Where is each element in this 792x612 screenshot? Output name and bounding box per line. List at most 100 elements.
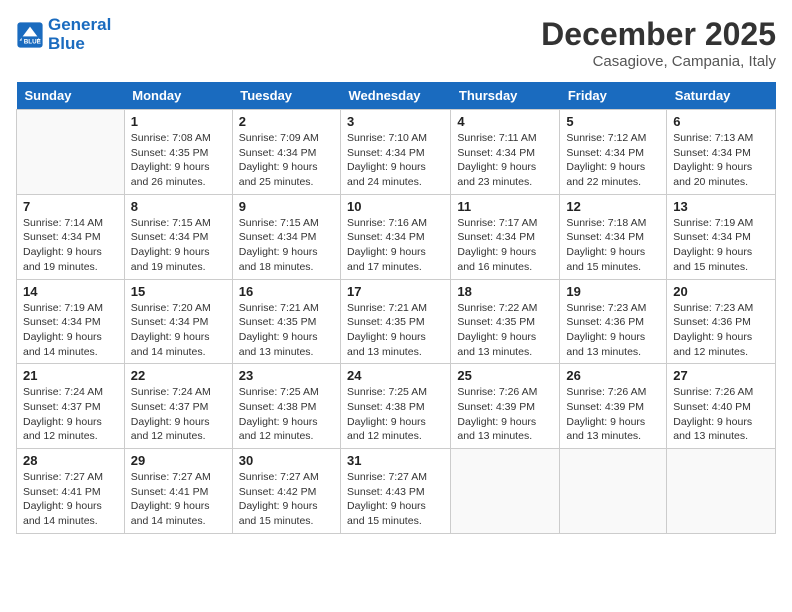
calendar-cell: 10 Sunrise: 7:16 AMSunset: 4:34 PMDayligh… [341, 194, 451, 279]
day-number: 19 [566, 284, 660, 299]
day-info: Sunrise: 7:16 AMSunset: 4:34 PMDaylight:… [347, 216, 444, 275]
calendar-cell: 14Sunrise: 7:19 AMSunset: 4:34 PMDayligh… [17, 279, 125, 364]
svg-text:BLUE: BLUE [24, 38, 41, 45]
calendar-cell: 29 Sunrise: 7:27 AMSunset: 4:41 PMDayligh… [124, 449, 232, 534]
day-info: Sunrise: 7:25 AMSunset: 4:38 PMDaylight:… [239, 385, 334, 444]
calendar-table: SundayMondayTuesdayWednesdayThursdayFrid… [16, 82, 776, 534]
day-number: 23 [239, 368, 334, 383]
calendar-week-row: 1 Sunrise: 7:08 AMSunset: 4:35 PMDaylight… [17, 110, 776, 195]
day-number: 8 [131, 199, 226, 214]
calendar-cell: 2 Sunrise: 7:09 AMSunset: 4:34 PMDaylight… [232, 110, 340, 195]
calendar-cell: 24Sunrise: 7:25 AMSunset: 4:38 PMDayligh… [341, 364, 451, 449]
day-number: 29 [131, 453, 226, 468]
day-info: Sunrise: 7:26 AMSunset: 4:39 PMDaylight:… [457, 385, 553, 444]
day-info: Sunrise: 7:13 AMSunset: 4:34 PMDaylight:… [673, 131, 769, 190]
day-number: 5 [566, 114, 660, 129]
calendar-cell: 31 Sunrise: 7:27 AMSunset: 4:43 PMDayligh… [341, 449, 451, 534]
day-number: 9 [239, 199, 334, 214]
day-info: Sunrise: 7:17 AMSunset: 4:34 PMDaylight:… [457, 216, 553, 275]
calendar-cell [667, 449, 776, 534]
calendar-cell: 23 Sunrise: 7:25 AMSunset: 4:38 PMDayligh… [232, 364, 340, 449]
day-info: Sunrise: 7:22 AMSunset: 4:35 PMDaylight:… [457, 301, 553, 360]
calendar-cell: 8Sunrise: 7:15 AMSunset: 4:34 PMDaylight… [124, 194, 232, 279]
day-info: Sunrise: 7:26 AMSunset: 4:39 PMDaylight:… [566, 385, 660, 444]
calendar-cell: 9 Sunrise: 7:15 AMSunset: 4:34 PMDaylight… [232, 194, 340, 279]
day-info: Sunrise: 7:19 AMSunset: 4:34 PMDaylight:… [673, 216, 769, 275]
day-number: 12 [566, 199, 660, 214]
day-info: Sunrise: 7:11 AMSunset: 4:34 PMDaylight:… [457, 131, 553, 190]
calendar-cell: 26 Sunrise: 7:26 AMSunset: 4:39 PMDayligh… [560, 364, 667, 449]
calendar-cell: 20Sunrise: 7:23 AMSunset: 4:36 PMDayligh… [667, 279, 776, 364]
day-info: Sunrise: 7:09 AMSunset: 4:34 PMDaylight:… [239, 131, 334, 190]
column-header-thursday: Thursday [451, 82, 560, 110]
column-header-saturday: Saturday [667, 82, 776, 110]
day-number: 2 [239, 114, 334, 129]
calendar-cell: 4 Sunrise: 7:11 AMSunset: 4:34 PMDaylight… [451, 110, 560, 195]
day-info: Sunrise: 7:24 AMSunset: 4:37 PMDaylight:… [131, 385, 226, 444]
day-number: 28 [23, 453, 118, 468]
day-info: Sunrise: 7:27 AMSunset: 4:42 PMDaylight:… [239, 470, 334, 529]
column-header-sunday: Sunday [17, 82, 125, 110]
logo-text: General Blue [48, 16, 111, 53]
day-info: Sunrise: 7:10 AMSunset: 4:34 PMDaylight:… [347, 131, 444, 190]
day-number: 18 [457, 284, 553, 299]
calendar-cell: 22 Sunrise: 7:24 AMSunset: 4:37 PMDayligh… [124, 364, 232, 449]
calendar-cell: 15 Sunrise: 7:20 AMSunset: 4:34 PMDayligh… [124, 279, 232, 364]
day-number: 7 [23, 199, 118, 214]
column-header-tuesday: Tuesday [232, 82, 340, 110]
calendar-cell: 19 Sunrise: 7:23 AMSunset: 4:36 PMDayligh… [560, 279, 667, 364]
calendar-cell [17, 110, 125, 195]
column-header-wednesday: Wednesday [341, 82, 451, 110]
day-number: 14 [23, 284, 118, 299]
calendar-cell: 16 Sunrise: 7:21 AMSunset: 4:35 PMDayligh… [232, 279, 340, 364]
day-number: 27 [673, 368, 769, 383]
day-number: 4 [457, 114, 553, 129]
day-info: Sunrise: 7:27 AMSunset: 4:41 PMDaylight:… [131, 470, 226, 529]
calendar-week-row: 7Sunrise: 7:14 AMSunset: 4:34 PMDaylight… [17, 194, 776, 279]
day-info: Sunrise: 7:23 AMSunset: 4:36 PMDaylight:… [566, 301, 660, 360]
calendar-header-row: SundayMondayTuesdayWednesdayThursdayFrid… [17, 82, 776, 110]
calendar-cell: 17Sunrise: 7:21 AMSunset: 4:35 PMDayligh… [341, 279, 451, 364]
day-number: 26 [566, 368, 660, 383]
day-info: Sunrise: 7:21 AMSunset: 4:35 PMDaylight:… [239, 301, 334, 360]
calendar-cell: 7Sunrise: 7:14 AMSunset: 4:34 PMDaylight… [17, 194, 125, 279]
column-header-friday: Friday [560, 82, 667, 110]
day-info: Sunrise: 7:27 AMSunset: 4:43 PMDaylight:… [347, 470, 444, 529]
day-info: Sunrise: 7:26 AMSunset: 4:40 PMDaylight:… [673, 385, 769, 444]
day-number: 11 [457, 199, 553, 214]
day-number: 16 [239, 284, 334, 299]
calendar-cell: 12 Sunrise: 7:18 AMSunset: 4:34 PMDayligh… [560, 194, 667, 279]
day-number: 17 [347, 284, 444, 299]
day-number: 3 [347, 114, 444, 129]
day-info: Sunrise: 7:15 AMSunset: 4:34 PMDaylight:… [239, 216, 334, 275]
day-info: Sunrise: 7:24 AMSunset: 4:37 PMDaylight:… [23, 385, 118, 444]
calendar-cell: 6Sunrise: 7:13 AMSunset: 4:34 PMDaylight… [667, 110, 776, 195]
day-number: 10 [347, 199, 444, 214]
day-number: 30 [239, 453, 334, 468]
day-number: 20 [673, 284, 769, 299]
calendar-cell: 25Sunrise: 7:26 AMSunset: 4:39 PMDayligh… [451, 364, 560, 449]
day-number: 22 [131, 368, 226, 383]
day-info: Sunrise: 7:12 AMSunset: 4:34 PMDaylight:… [566, 131, 660, 190]
logo-icon: BLUE [16, 21, 44, 49]
calendar-cell [451, 449, 560, 534]
calendar-week-row: 21Sunrise: 7:24 AMSunset: 4:37 PMDayligh… [17, 364, 776, 449]
day-number: 31 [347, 453, 444, 468]
day-info: Sunrise: 7:18 AMSunset: 4:34 PMDaylight:… [566, 216, 660, 275]
day-number: 1 [131, 114, 226, 129]
calendar-cell: 5 Sunrise: 7:12 AMSunset: 4:34 PMDaylight… [560, 110, 667, 195]
calendar-cell: 18 Sunrise: 7:22 AMSunset: 4:35 PMDayligh… [451, 279, 560, 364]
day-info: Sunrise: 7:20 AMSunset: 4:34 PMDaylight:… [131, 301, 226, 360]
day-info: Sunrise: 7:08 AMSunset: 4:35 PMDaylight:… [131, 131, 226, 190]
column-header-monday: Monday [124, 82, 232, 110]
calendar-cell: 28 Sunrise: 7:27 AMSunset: 4:41 PMDayligh… [17, 449, 125, 534]
page-header: BLUE General Blue December 2025 Casagiov… [16, 16, 776, 70]
calendar-cell: 11 Sunrise: 7:17 AMSunset: 4:34 PMDayligh… [451, 194, 560, 279]
day-number: 15 [131, 284, 226, 299]
location: Casagiove, Campania, Italy [541, 53, 776, 70]
title-block: December 2025 Casagiove, Campania, Italy [541, 16, 776, 70]
day-number: 24 [347, 368, 444, 383]
calendar-cell [560, 449, 667, 534]
day-info: Sunrise: 7:27 AMSunset: 4:41 PMDaylight:… [23, 470, 118, 529]
calendar-week-row: 14Sunrise: 7:19 AMSunset: 4:34 PMDayligh… [17, 279, 776, 364]
